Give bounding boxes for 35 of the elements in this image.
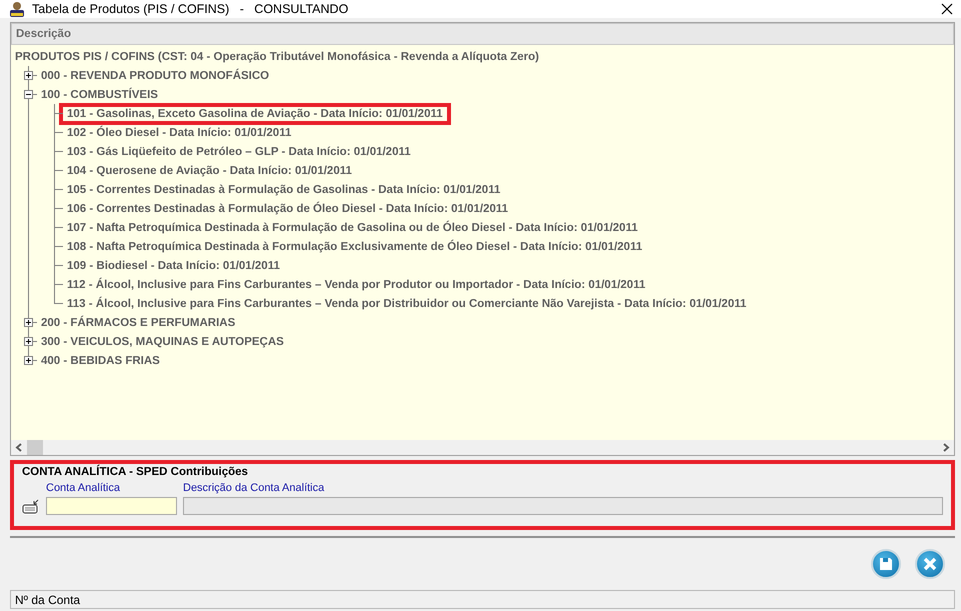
field-label: Conta Analítica	[46, 482, 121, 496]
save-button[interactable]	[871, 549, 901, 579]
tree-item[interactable]: 113 - Álcool, Inclusive para Fins Carburantes – Venda por Distribuidor ou Comerciante Não Varejista - Data Início: 01/01/2011	[63, 296, 750, 310]
panel-title: CONTA ANALÍTICA - SPED Contribuições	[22, 466, 249, 480]
input-field[interactable]	[46, 497, 177, 515]
expand-icon[interactable]	[24, 356, 33, 365]
tree-item[interactable]: 104 - Querosene de Aviação - Data Início: 01/01/2011	[63, 164, 356, 178]
tree-item[interactable]: 108 - Nafta Petroquímica Destinada à Formulação Exclusivamente de Óleo Diesel - Data Início: 01/01/2011	[63, 240, 646, 254]
collapse-icon[interactable]	[24, 90, 33, 99]
tree-item[interactable]: 102 - Óleo Diesel - Data Início: 01/01/2011	[63, 126, 296, 140]
column-header[interactable]: Descrição	[11, 23, 954, 45]
tree-root[interactable]: PRODUTOS PIS / COFINS (CST: 04 - Operação Tributável Monofásica - Revenda a Alíquota Zero)	[15, 50, 543, 64]
tree-item[interactable]: 400 - BEBIDAS FRIAS	[37, 354, 164, 368]
window-title: Tabela de Produtos (PIS / COFINS) - CONSULTANDO	[32, 2, 350, 16]
tree-item[interactable]: 106 - Correntes Destinadas à Formulação de Óleo Diesel - Data Início: 01/01/2011	[63, 202, 512, 216]
expand-icon[interactable]	[24, 318, 33, 327]
tree-item[interactable]: 103 - Gás Liqüefeito de Petróleo – GLP - Data Início: 01/01/2011	[63, 144, 415, 158]
expand-icon[interactable]	[24, 71, 33, 80]
tree-item[interactable]: 105 - Correntes Destinadas à Formulação de Gasolinas - Data Início: 01/01/2011	[63, 182, 504, 196]
lookup-icon[interactable]	[22, 499, 40, 515]
status-bar: Nº da Conta	[10, 590, 955, 609]
scroll-thumb[interactable]	[27, 440, 43, 455]
tree-item[interactable]: 300 - VEICULOS, MAQUINAS E AUTOPEÇAS	[37, 334, 288, 348]
tree-item[interactable]: 112 - Álcool, Inclusive para Fins Carburantes – Venda por Produtor ou Importador - Data Início: 01/01/2011	[63, 278, 650, 292]
expand-icon[interactable]	[24, 337, 33, 346]
tree-item[interactable]: 100 - COMBUSTÍVEIS	[37, 88, 162, 102]
app-icon	[8, 0, 26, 18]
close-icon	[922, 556, 938, 572]
close-icon[interactable]	[941, 3, 953, 15]
tree-item[interactable]: 107 - Nafta Petroquímica Destinada à Formulação de Gasolina ou de Óleo Diesel - Data Início: 01/01/2011	[63, 220, 642, 234]
tree-item[interactable]: 000 - REVENDA PRODUTO MONOFÁSICO	[37, 68, 274, 82]
tree-item[interactable]: 109 - Biodiesel - Data Início: 01/01/2011	[63, 258, 284, 272]
field-label: Descrição da Conta Analítica	[183, 482, 326, 496]
close-button[interactable]	[915, 549, 945, 579]
tree-item[interactable]: 200 - FÁRMACOS E PERFUMARIAS	[37, 316, 240, 330]
